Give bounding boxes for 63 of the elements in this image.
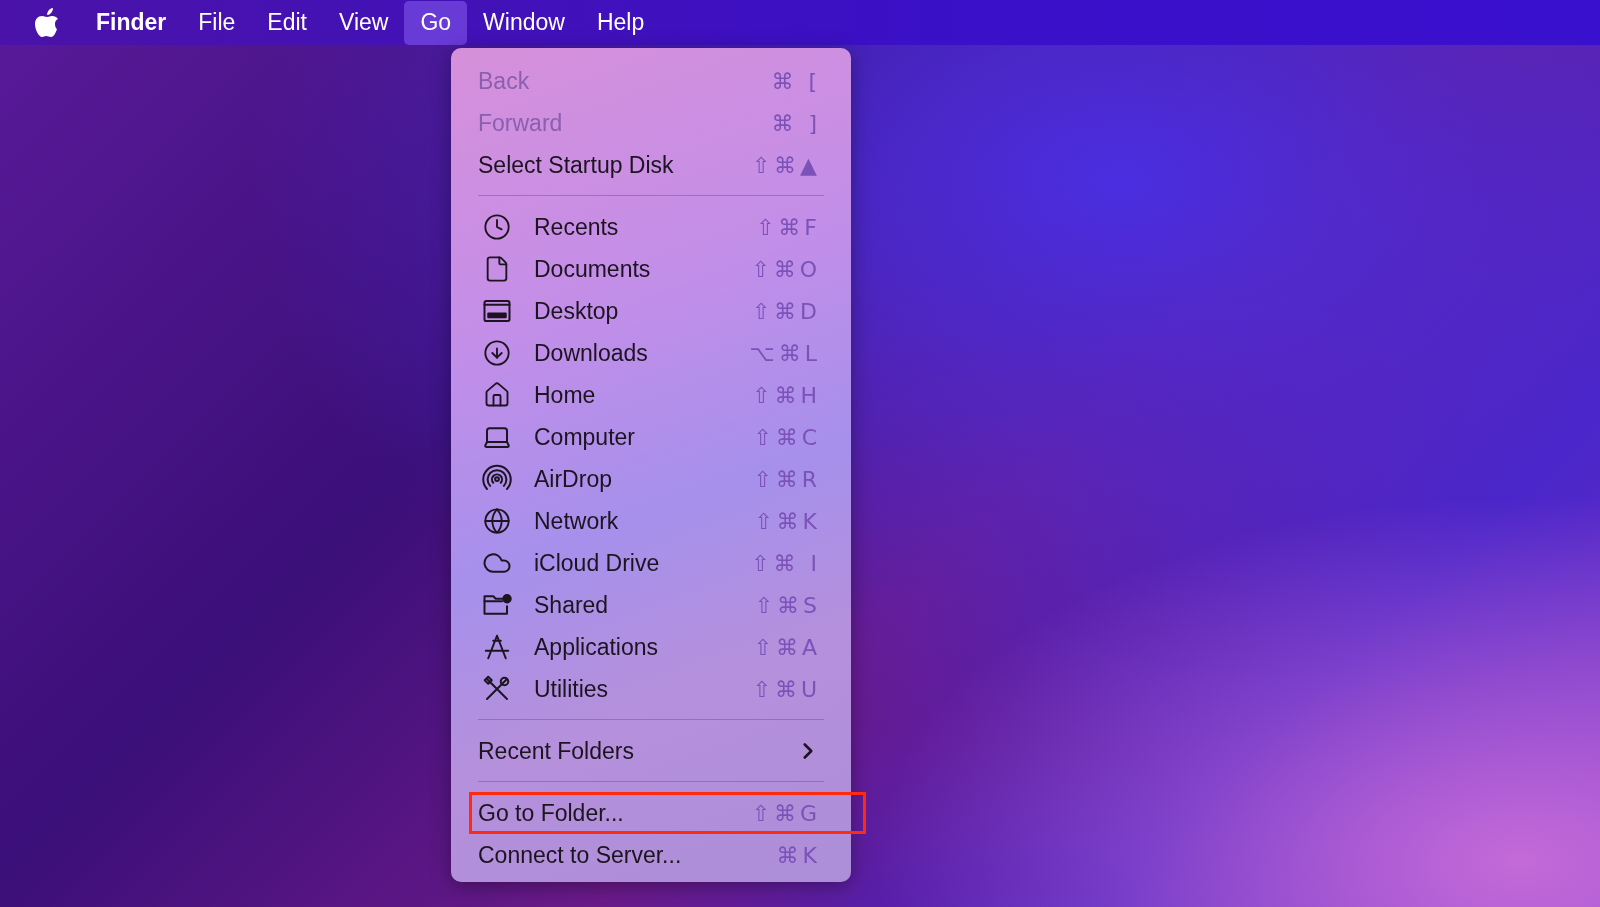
menu-bar-item[interactable]: File bbox=[182, 0, 252, 45]
keyboard-shortcut: ⇧⌘C bbox=[753, 424, 821, 450]
menu-item[interactable]: AirDrop ⇧⌘R bbox=[451, 458, 851, 500]
menu-bar-item[interactable]: Help bbox=[580, 0, 661, 45]
menu-item-label: Select Startup Disk bbox=[478, 151, 675, 179]
menu-item[interactable]: Downloads ⌥⌘L bbox=[451, 332, 851, 374]
menu-item[interactable]: Desktop ⇧⌘D bbox=[451, 290, 851, 332]
keyboard-shortcut: ⇧⌘R bbox=[753, 466, 821, 492]
menu-item[interactable]: iCloud Drive ⇧⌘ I bbox=[451, 542, 851, 584]
menu-item-label: Utilities bbox=[534, 675, 610, 703]
menu-item-label: Recents bbox=[534, 213, 620, 241]
keyboard-shortcut: ⇧⌘ I bbox=[751, 550, 821, 576]
menu-item-label: AirDrop bbox=[534, 465, 613, 493]
menu-item[interactable]: Recents ⇧⌘F bbox=[451, 206, 851, 248]
menu-item-label: Downloads bbox=[534, 339, 649, 367]
menu-item-label: Go to Folder... bbox=[478, 799, 625, 827]
menu-bar-item[interactable]: Finder bbox=[80, 0, 183, 45]
download-icon bbox=[482, 338, 512, 368]
menu-item-label: Documents bbox=[534, 255, 652, 283]
menu-item-label: Network bbox=[534, 507, 620, 535]
applications-icon bbox=[482, 632, 512, 662]
clock-icon bbox=[482, 212, 512, 242]
menu-bar-item[interactable]: Window bbox=[467, 0, 581, 45]
menu-item-label: Shared bbox=[534, 591, 610, 619]
menu-item-label: Connect to Server... bbox=[478, 841, 683, 869]
menu-item[interactable]: Applications ⇧⌘A bbox=[451, 626, 851, 668]
menu-item-label: Desktop bbox=[534, 297, 620, 325]
keyboard-shortcut: ⇧⌘O bbox=[751, 256, 821, 282]
menu-item[interactable]: Shared ⇧⌘S bbox=[451, 584, 851, 626]
menu-item-label: Recent Folders bbox=[478, 737, 635, 765]
keyboard-shortcut: ⌘K bbox=[776, 842, 821, 868]
keyboard-shortcut: ⇧⌘K bbox=[754, 508, 821, 534]
keyboard-shortcut: ⌘ ] bbox=[771, 110, 821, 136]
menu-item-label: Forward bbox=[478, 109, 564, 137]
keyboard-shortcut: ⇧⌘▲ bbox=[751, 152, 821, 178]
keyboard-shortcut: ⌘ [ bbox=[771, 68, 821, 94]
menu-item[interactable]: Documents ⇧⌘O bbox=[451, 248, 851, 290]
keyboard-shortcut: ⇧⌘A bbox=[753, 634, 821, 660]
menu-item[interactable]: Home ⇧⌘H bbox=[451, 374, 851, 416]
menu-item[interactable]: Select Startup Disk ⇧⌘▲ bbox=[451, 144, 851, 186]
menu-item-label: Applications bbox=[534, 633, 660, 661]
menu-item[interactable]: Connect to Server... ⌘K bbox=[451, 834, 851, 876]
globe-icon bbox=[482, 506, 512, 536]
menu-bar-item[interactable]: View bbox=[323, 0, 405, 45]
keyboard-shortcut: ⇧⌘F bbox=[755, 214, 821, 240]
keyboard-shortcut: ⇧⌘G bbox=[751, 800, 821, 826]
menu-item[interactable]: Computer ⇧⌘C bbox=[451, 416, 851, 458]
keyboard-shortcut: ⌥⌘L bbox=[749, 340, 821, 366]
menu-item-label: Computer bbox=[534, 423, 636, 451]
keyboard-shortcut: ⇧⌘H bbox=[752, 382, 821, 408]
menu-bar-item[interactable]: Edit bbox=[251, 0, 323, 45]
keyboard-shortcut: ⇧⌘U bbox=[752, 676, 821, 702]
keyboard-shortcut: ⇧⌘S bbox=[754, 592, 821, 618]
menu-item[interactable]: Recent Folders bbox=[451, 730, 851, 772]
menu-item[interactable]: Network ⇧⌘K bbox=[451, 500, 851, 542]
apple-logo-icon[interactable] bbox=[34, 7, 60, 38]
highlighted-menu-item[interactable]: Go to Folder... ⇧⌘G bbox=[469, 792, 866, 834]
menu-item[interactable]: Utilities ⇧⌘U bbox=[451, 668, 851, 710]
menu-item-label: iCloud Drive bbox=[534, 549, 661, 577]
menu-item-label: Back bbox=[478, 67, 531, 95]
keyboard-shortcut: ⇧⌘D bbox=[751, 298, 821, 324]
menu-item-label: Home bbox=[534, 381, 597, 409]
menu-bar-item[interactable]: Go bbox=[404, 0, 468, 45]
